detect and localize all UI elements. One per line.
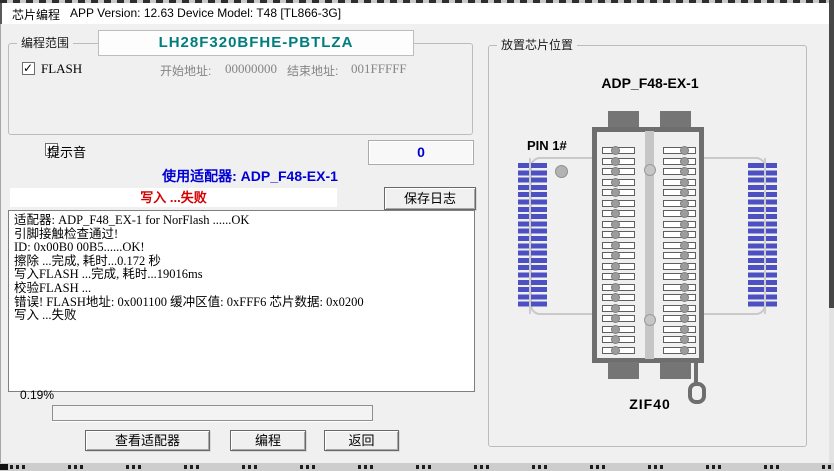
- socket-slot: [602, 221, 635, 228]
- socket-slot: [602, 284, 635, 291]
- log-line: 校验FLASH ...: [14, 282, 469, 296]
- socket-slot: [663, 336, 696, 343]
- save-log-button[interactable]: 保存日志: [384, 187, 476, 210]
- socket-slot: [663, 347, 696, 354]
- log-line: 写入FLASH ...完成, 耗时...19016ms: [14, 268, 469, 282]
- socket-slot: [663, 158, 696, 165]
- range-groupbox: 编程范围: [8, 43, 473, 135]
- start-address-label: 开始地址:: [160, 62, 211, 79]
- log-line: 适配器: ADP_F48_EX-1 for NorFlash ......OK: [14, 214, 469, 228]
- socket-tab-bottom-right: [660, 362, 691, 379]
- log-box[interactable]: 适配器: ADP_F48_EX-1 for NorFlash ......OK …: [8, 210, 475, 392]
- background-window-right-sliver-lower: [829, 308, 834, 471]
- socket-slot: [663, 242, 696, 249]
- socket-tab-top-right: [660, 111, 691, 128]
- socket-slot: [602, 294, 635, 301]
- window-title: 芯片编程: [12, 6, 60, 23]
- app-version-text: APP Version: 12.63 Device Model: T48 [TL…: [70, 6, 341, 20]
- socket-slot: [602, 326, 635, 333]
- pin-header-left: [518, 163, 547, 309]
- zif40-label: ZIF40: [560, 396, 740, 412]
- socket-slot: [602, 210, 635, 217]
- beep-checkbox-label: 提示音: [47, 142, 86, 161]
- socket-slot: [602, 242, 635, 249]
- view-adapter-button[interactable]: 查看适配器: [85, 430, 210, 451]
- range-group-label: 编程范围: [17, 36, 73, 50]
- socket-left-slots: [602, 147, 635, 354]
- socket-slot: [602, 200, 635, 207]
- socket-slot: [602, 158, 635, 165]
- socket-slot: [602, 252, 635, 259]
- adapter-in-use-text: 使用适配器: ADP_F48-EX-1: [20, 166, 480, 186]
- placement-group-label: 放置芯片位置: [497, 38, 577, 52]
- socket-slot: [663, 231, 696, 238]
- chip-programming-dialog: 芯片编程 APP Version: 12.63 Device Model: T4…: [0, 0, 834, 471]
- socket-right-slots: [663, 147, 696, 354]
- socket-slot: [663, 315, 696, 322]
- socket-slot: [602, 179, 635, 186]
- socket-slot: [663, 263, 696, 270]
- socket-slot: [663, 147, 696, 154]
- socket-slot: [602, 305, 635, 312]
- end-address-label: 结束地址:: [287, 62, 338, 79]
- background-window-bottom-sliver: [0, 463, 834, 471]
- counter-box: 0: [368, 140, 474, 165]
- socket-slot: [602, 336, 635, 343]
- adapter-name-label: ADP_F48-EX-1: [530, 75, 770, 91]
- socket-slot: [602, 347, 635, 354]
- socket-slot: [602, 231, 635, 238]
- log-line: 写入 ...失败: [14, 309, 469, 323]
- socket-slot: [663, 210, 696, 217]
- start-address-value: 00000000: [225, 61, 277, 77]
- pin1-marker-icon: [555, 165, 568, 178]
- end-address-value: 001FFFFF: [351, 61, 407, 77]
- pin-header-right: [748, 163, 777, 309]
- socket-slot: [663, 273, 696, 280]
- socket-slot: [602, 315, 635, 322]
- socket-slot: [663, 305, 696, 312]
- log-line: 引脚接触检查通过!: [14, 228, 469, 242]
- background-fragment: [0, 464, 8, 470]
- socket-slot: [663, 294, 696, 301]
- socket-slot: [602, 168, 635, 175]
- socket-tab-top-left: [608, 111, 639, 128]
- chip-name-box: LH28F320BFHE-PBTLZA: [98, 30, 414, 56]
- socket-screw-hole: [644, 164, 656, 176]
- socket-slot: [663, 326, 696, 333]
- progress-percent: 0.19%: [20, 388, 54, 402]
- flash-checkbox-label: FLASH: [41, 61, 82, 77]
- flash-checkbox[interactable]: [22, 62, 35, 75]
- back-button[interactable]: 返回: [324, 430, 399, 451]
- socket-slot: [663, 221, 696, 228]
- title-bar[interactable]: 芯片编程 APP Version: 12.63 Device Model: T4…: [0, 3, 829, 24]
- socket-slot: [663, 200, 696, 207]
- socket-slot: [663, 189, 696, 196]
- socket-slot: [663, 168, 696, 175]
- socket-tab-bottom-left: [608, 362, 639, 379]
- socket-slot: [663, 179, 696, 186]
- status-bar: 写入 ...失败: [10, 188, 337, 207]
- pin1-label: PIN 1#: [527, 138, 567, 153]
- progress-bar: [52, 405, 373, 421]
- socket-slot: [663, 252, 696, 259]
- socket-slot: [602, 273, 635, 280]
- background-window-right-sliver: [829, 0, 834, 308]
- socket-slot: [602, 263, 635, 270]
- socket-slot: [602, 189, 635, 196]
- socket-slot: [663, 284, 696, 291]
- socket-slot: [602, 147, 635, 154]
- program-button[interactable]: 编程: [230, 430, 306, 451]
- log-line: 错误! FLASH地址: 0x001100 缓冲区值: 0xFFF6 芯片数据:…: [14, 296, 469, 310]
- log-line: ID: 0x00B0 00B5......OK!: [14, 241, 469, 255]
- socket-lever: [694, 358, 698, 385]
- socket-screw-hole: [644, 314, 656, 326]
- background-dashes: [10, 465, 834, 469]
